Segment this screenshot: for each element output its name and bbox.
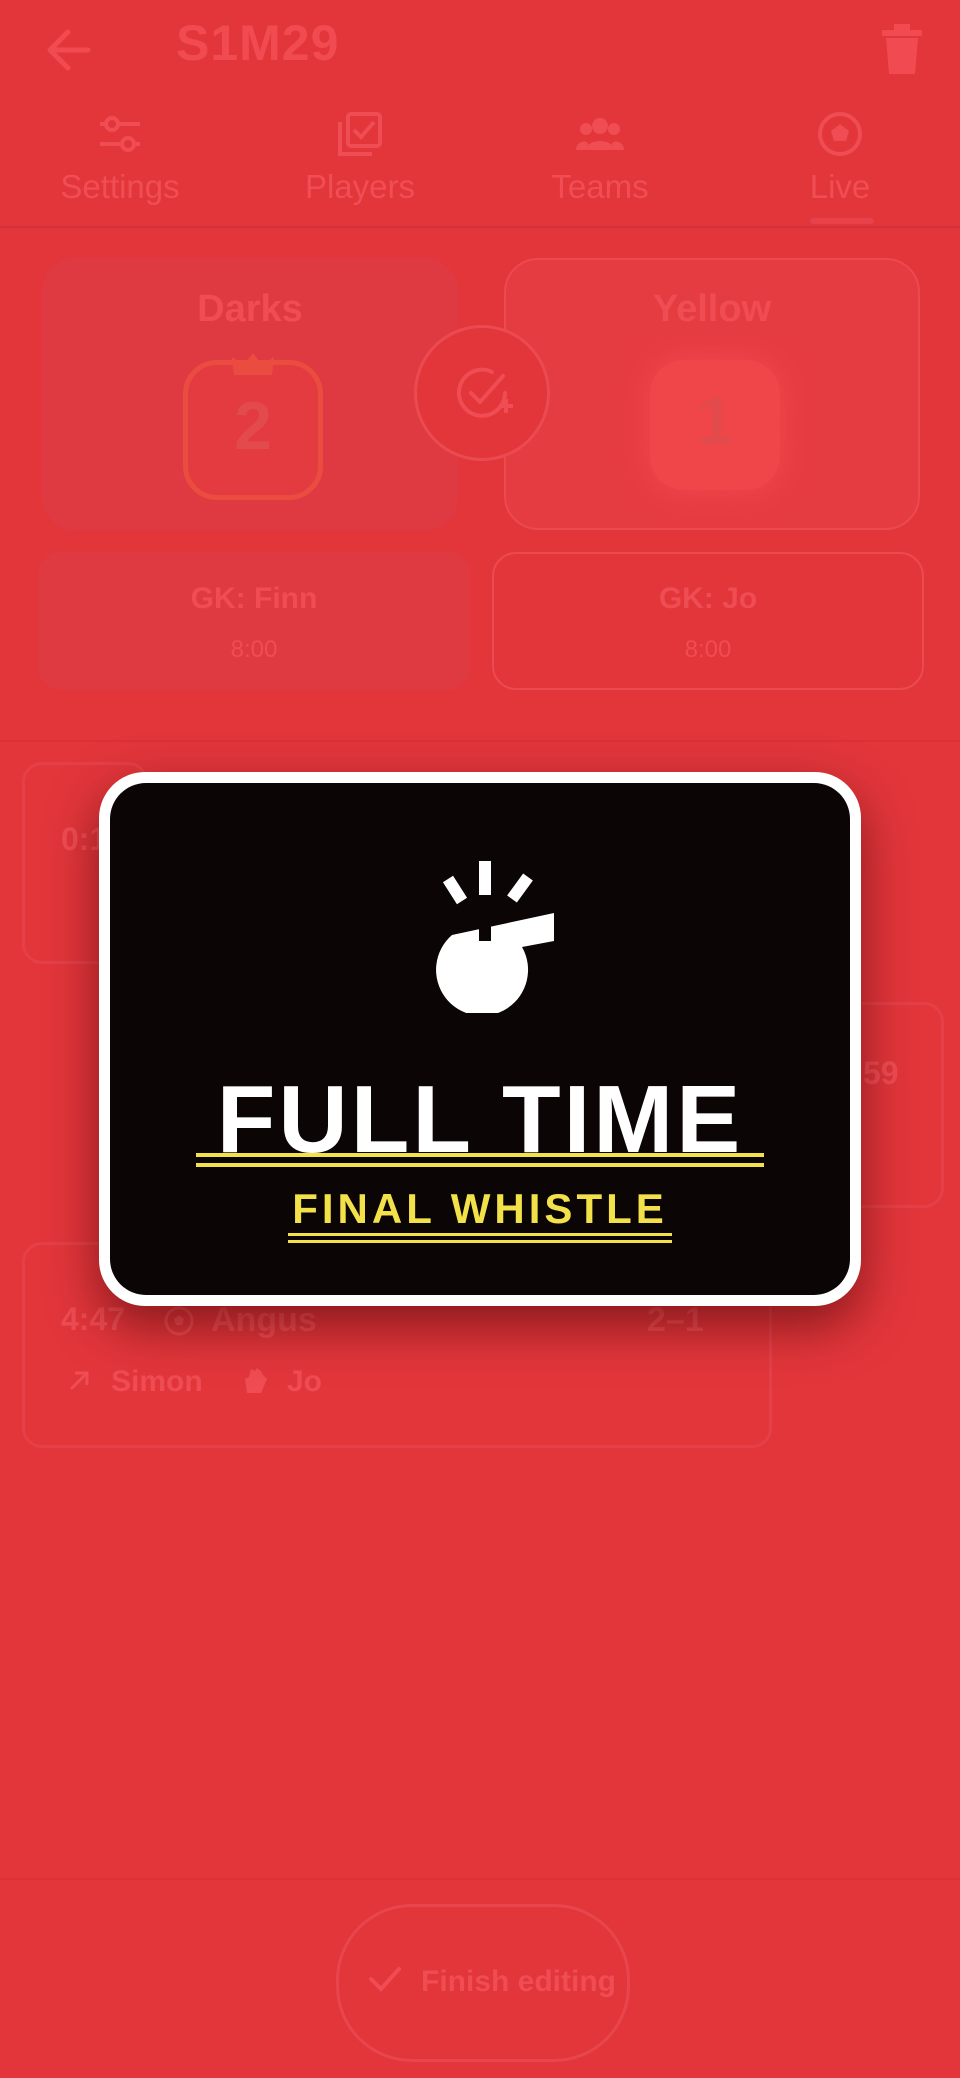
football-icon <box>818 112 862 156</box>
tab-settings[interactable]: Settings <box>0 100 240 226</box>
whistle-icon <box>436 861 554 1013</box>
event-score: 2–1 <box>647 1301 704 1339</box>
tab-label: Players <box>304 168 416 205</box>
full-time-dialog-body: FULL TIME FINAL WHISTLE <box>110 783 850 1295</box>
tab-label: Live <box>809 168 871 205</box>
full-time-title: FULL TIME <box>216 1066 744 1173</box>
team-name: Darks <box>197 288 303 330</box>
tab-players[interactable]: Players <box>240 100 480 226</box>
title-underline <box>196 1163 764 1167</box>
goalkeeper-label: GK: Jo <box>658 582 758 615</box>
goalkeeper-time: 8:00 <box>230 636 278 663</box>
team-card-darks[interactable]: Darks 2 <box>42 258 458 530</box>
tab-teams[interactable]: Teams <box>480 100 720 226</box>
event-assist: Simon <box>111 1365 203 1398</box>
score-box: 1 <box>650 360 780 490</box>
full-time-dialog[interactable]: FULL TIME FINAL WHISTLE <box>99 772 861 1306</box>
glove-icon <box>245 1368 267 1393</box>
goalkeeper-label: GK: Finn <box>190 582 318 615</box>
section-divider <box>0 740 960 742</box>
full-time-subtitle: FINAL WHISTLE <box>292 1185 668 1232</box>
tab-live[interactable]: Live <box>720 100 960 226</box>
score-box: 2 <box>183 353 323 500</box>
goalkeeper-time: 8:00 <box>684 636 732 663</box>
goalkeeper-card-left[interactable]: GK: Finn 8:00 <box>38 552 470 690</box>
finish-editing-label: Finish editing <box>421 1965 616 1998</box>
bottom-divider <box>0 1878 960 1880</box>
finish-editing-button[interactable]: Finish editing <box>336 1904 630 2062</box>
trash-icon <box>882 24 922 74</box>
tab-label: Settings <box>60 168 180 205</box>
crown-icon <box>232 353 274 375</box>
check-icon <box>369 1967 401 1992</box>
assist-icon <box>69 1371 89 1391</box>
back-button[interactable] <box>40 22 100 78</box>
delete-button[interactable] <box>878 22 926 78</box>
event-keeper: Jo <box>287 1365 323 1398</box>
event-time: 59 <box>863 1055 899 1091</box>
tab-label: Teams <box>551 168 649 205</box>
page-title: S1M29 <box>176 15 340 71</box>
goalkeeper-card-right[interactable]: GK: Jo 8:00 <box>492 552 924 690</box>
score-value: 2 <box>234 388 272 464</box>
arrow-left-icon <box>47 29 91 71</box>
check-plus-circle-icon <box>457 367 513 418</box>
team-name: Yellow <box>652 288 772 330</box>
subtitle-underline <box>288 1240 672 1243</box>
event-time: 4:47 <box>61 1301 126 1337</box>
add-goal-button[interactable] <box>414 325 550 461</box>
team-card-yellow[interactable]: Yellow 1 <box>504 258 920 530</box>
group-icon <box>576 118 624 150</box>
checklist-icon <box>338 112 382 156</box>
football-icon <box>164 1306 194 1336</box>
subtitle-underline <box>288 1233 672 1236</box>
tab-bar: Settings Players Teams Live <box>0 100 960 228</box>
title-underline <box>196 1153 764 1157</box>
tab-selected-indicator <box>810 218 874 224</box>
app-bar: S1M29 <box>0 0 960 100</box>
event-scorer: Angus <box>211 1301 317 1339</box>
score-value: 1 <box>696 383 734 459</box>
sliders-icon <box>100 116 140 152</box>
